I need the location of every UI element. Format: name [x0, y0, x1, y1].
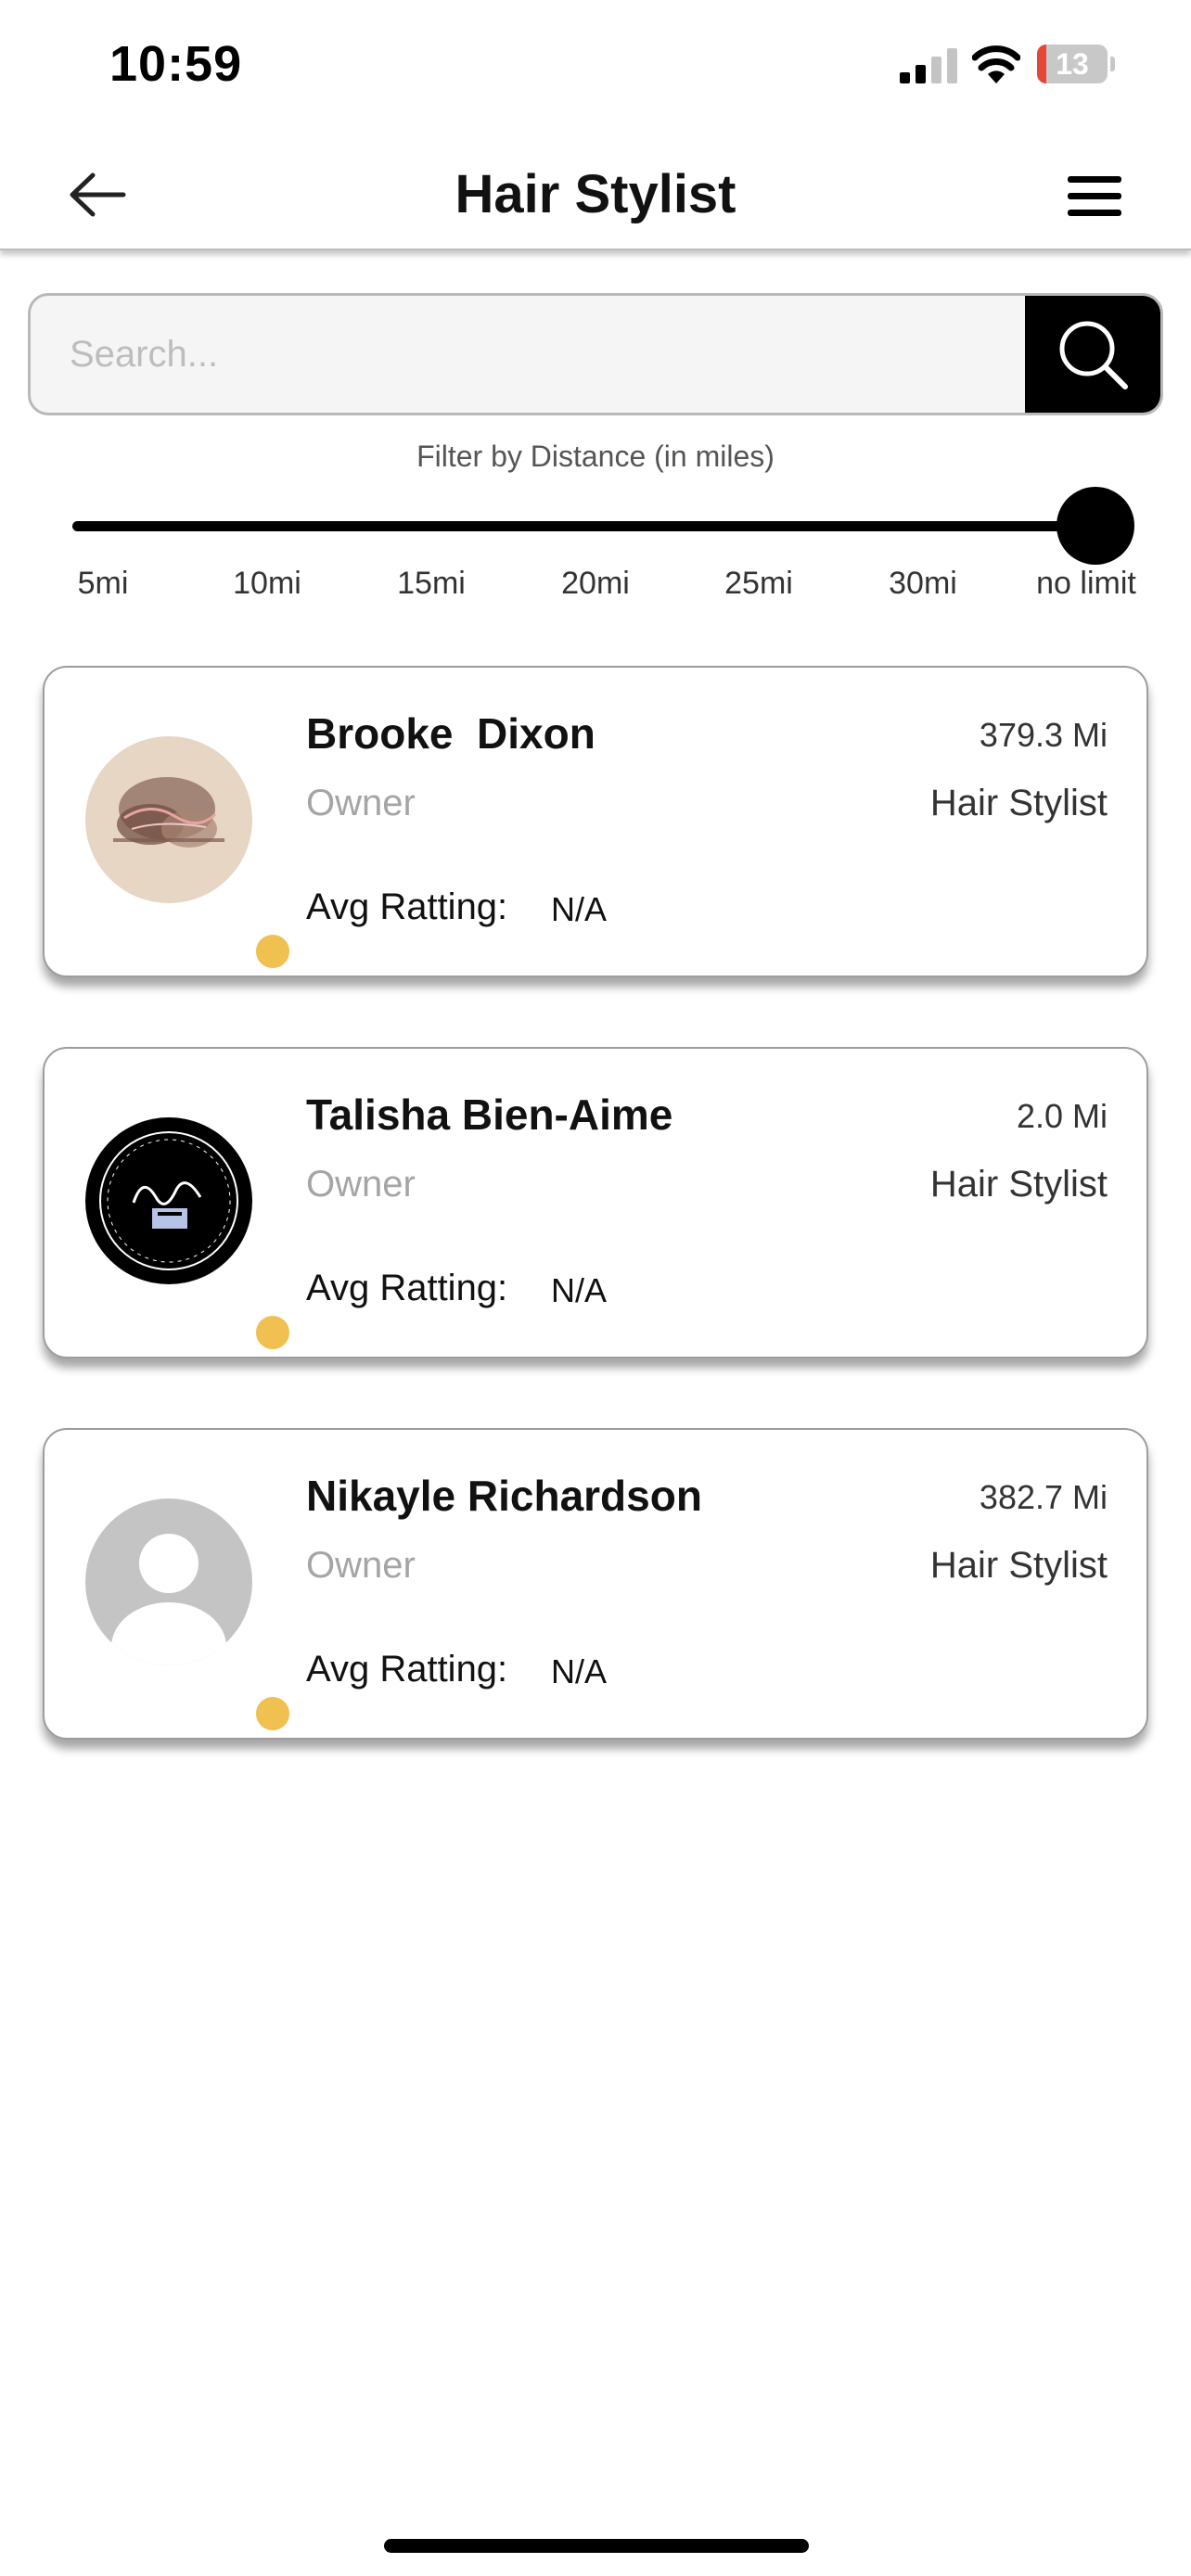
home-indicator — [384, 2539, 809, 2553]
salon-logo-icon — [85, 736, 252, 903]
stylist-role: Owner — [306, 1545, 416, 1586]
stylist-name: Talisha Bien-Aime — [306, 1090, 673, 1139]
arrow-left-icon — [70, 172, 126, 217]
filter-label: Filter by Distance (in miles) — [416, 440, 775, 473]
rating-label: Avg Ratting: — [306, 1649, 508, 1690]
status-dot — [252, 1312, 293, 1353]
stylist-category: Hair Stylist — [929, 1164, 1108, 1205]
avatar — [85, 1117, 293, 1353]
avatar — [85, 736, 293, 972]
stylist-category: Hair Stylist — [929, 783, 1108, 823]
tick-label-5mi[interactable]: 5mi — [78, 566, 129, 602]
status-dot — [252, 931, 293, 972]
tick-label-10mi[interactable]: 10mi — [233, 566, 301, 602]
tick-label-20mi[interactable]: 20mi — [561, 566, 630, 602]
stylist-role: Owner — [306, 783, 416, 823]
search-bar — [28, 293, 1163, 415]
wifi-icon — [972, 45, 1020, 83]
status-time: 10:59 — [109, 36, 243, 92]
hamburger-menu-icon — [1068, 176, 1121, 216]
avatar — [85, 1498, 293, 1734]
stylist-name: Brooke Dixon — [306, 709, 596, 758]
back-button[interactable] — [56, 159, 139, 230]
status-bar: 10:59 13 — [0, 0, 1191, 139]
rating-label: Avg Ratting: — [306, 1268, 508, 1308]
stylist-category: Hair Stylist — [929, 1545, 1108, 1586]
tick-label-no-limit[interactable]: no limit — [1036, 566, 1136, 602]
search-input[interactable] — [31, 296, 1027, 413]
slider-track — [72, 521, 1093, 531]
stylist-role: Owner — [306, 1164, 416, 1205]
search-icon — [1059, 321, 1128, 389]
rating-label: Avg Ratting: — [306, 886, 508, 927]
rating-value: N/A — [551, 890, 608, 928]
stylist-card[interactable]: Talisha Bien-Aime 2.0 Mi Owner Hair Styl… — [43, 1047, 1148, 1358]
status-dot — [252, 1693, 293, 1734]
stylist-name: Nikayle Richardson — [306, 1472, 702, 1520]
stylist-distance: 2.0 Mi — [1016, 1097, 1108, 1135]
stylist-card[interactable]: Brooke Dixon 379.3 Mi Owner Hair Stylist… — [43, 666, 1148, 977]
slider-thumb[interactable] — [1057, 487, 1134, 565]
battery-level: 13 — [1056, 47, 1089, 81]
slider-labels: 5mi 10mi 15mi 20mi 25mi 30mi no limit — [0, 566, 1191, 612]
tick-label-25mi[interactable]: 25mi — [724, 566, 793, 602]
page-title: Hair Stylist — [455, 164, 736, 224]
app-header: Hair Stylist — [0, 139, 1191, 250]
tick-label-15mi[interactable]: 15mi — [397, 566, 466, 602]
stylist-card[interactable]: Nikayle Richardson 382.7 Mi Owner Hair S… — [43, 1428, 1148, 1740]
distance-slider[interactable] — [72, 482, 1134, 566]
cellular-signal-icon — [900, 48, 957, 83]
rating-value: N/A — [551, 1652, 608, 1690]
tick-label-30mi[interactable]: 30mi — [889, 566, 957, 602]
search-button[interactable] — [1025, 296, 1160, 413]
stylist-distance: 379.3 Mi — [979, 716, 1108, 754]
rating-value: N/A — [551, 1271, 608, 1309]
stylist-distance: 382.7 Mi — [979, 1478, 1108, 1516]
battery-icon: 13 — [1037, 45, 1115, 83]
salon-logo-icon — [85, 1117, 252, 1284]
default-user-icon — [85, 1498, 252, 1665]
menu-button[interactable] — [1056, 167, 1133, 226]
